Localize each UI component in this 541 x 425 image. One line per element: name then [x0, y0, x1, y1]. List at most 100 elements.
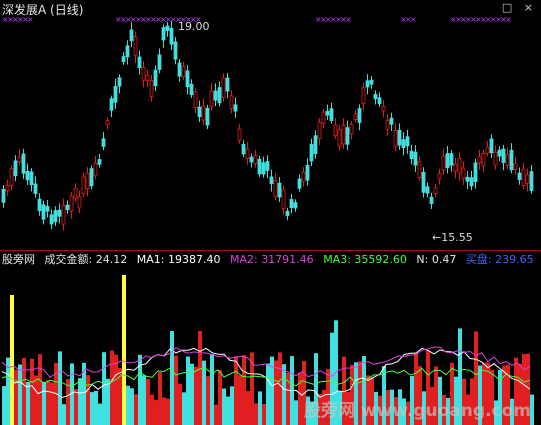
volume-bar: [282, 364, 286, 425]
price-candlestick-chart: ×××××× ××××××××××××××××× ××××××× ××× ×××××××…: [1, 15, 534, 244]
candle-body: [397, 129, 402, 146]
candle-body: [409, 150, 414, 159]
candle-body: [85, 172, 90, 190]
volume-bar: [238, 375, 242, 425]
candle-body: [181, 65, 186, 78]
candle-body: [401, 139, 406, 149]
volume-bar: [198, 331, 202, 425]
candle-body: [9, 168, 14, 186]
candle-body: [89, 168, 94, 187]
candle-body: [305, 164, 310, 181]
candle-body: [133, 36, 138, 56]
volume-bar: [150, 394, 154, 425]
candle-body: [253, 155, 258, 164]
volume-bar: [254, 403, 258, 425]
candle-body: [137, 56, 142, 69]
candle-body: [313, 135, 318, 155]
candle-body: [205, 107, 210, 126]
volume-bar: [98, 403, 102, 425]
candle-body: [449, 153, 454, 166]
volume-bar: [22, 357, 26, 425]
volume-bar: [246, 391, 250, 425]
volume-bar: [178, 383, 182, 425]
volume-bar: [262, 404, 266, 425]
candle-body: [461, 167, 466, 179]
candle-body: [157, 54, 162, 70]
candle-body: [381, 106, 386, 112]
candle-body: [101, 138, 106, 147]
candle-body: [21, 153, 26, 174]
candle-body: [17, 156, 22, 163]
candle-body: [41, 204, 46, 220]
candle-body: [161, 27, 166, 41]
volume-bar: [110, 350, 114, 425]
volume-bar: [74, 389, 78, 425]
volume-bar: [10, 295, 14, 425]
candle-body: [469, 177, 474, 187]
volume-bar: [86, 375, 90, 425]
volume-bar: [194, 366, 198, 425]
candle-body: [349, 124, 354, 135]
candle-body: [245, 148, 250, 159]
candle-body: [237, 128, 242, 141]
volume-bar: [146, 378, 150, 425]
candle-body: [485, 146, 490, 154]
candle-body: [521, 168, 526, 186]
candle-body: [489, 138, 494, 154]
candle-body: [317, 121, 322, 140]
candle-body: [325, 110, 330, 116]
candle-body: [501, 148, 506, 163]
candle-body: [97, 159, 102, 165]
signal-marker: ×: [505, 15, 512, 24]
volume-bar: [294, 400, 298, 425]
candle-body: [333, 124, 338, 137]
candle-body: [105, 120, 110, 126]
volume-bar: [134, 394, 138, 425]
candle-body: [145, 75, 150, 82]
candle-body: [345, 127, 350, 145]
low-price-label: ←15.55: [432, 231, 473, 244]
volume-bar: [274, 360, 278, 425]
candle-body: [517, 172, 522, 181]
candle-body: [405, 136, 410, 147]
candle-body: [229, 95, 234, 109]
candle-body: [509, 149, 514, 171]
volume-bar: [186, 356, 190, 425]
candle-body: [285, 210, 290, 216]
candle-body: [241, 144, 246, 155]
volume-bar: [182, 392, 186, 425]
candle-body: [153, 69, 158, 87]
candle-body: [265, 161, 270, 171]
candle-body: [57, 209, 62, 217]
candle-body: [445, 153, 450, 169]
candle-body: [437, 173, 442, 180]
candle-body: [33, 183, 38, 194]
candle-body: [457, 158, 462, 174]
signal-marker: ×: [410, 15, 417, 24]
candle-body: [185, 70, 190, 88]
volume-bar: [58, 351, 62, 425]
candle-body: [65, 204, 70, 210]
candle-body: [497, 149, 502, 157]
candle-body: [61, 204, 66, 225]
high-price-label: 19.00: [178, 20, 210, 33]
candle-body: [277, 182, 282, 198]
candle-body: [77, 196, 82, 209]
volume-bar: [26, 381, 30, 425]
candle-body: [113, 86, 118, 103]
candle-body: [529, 171, 534, 191]
candle-body: [5, 185, 10, 192]
candle-body: [433, 187, 438, 194]
candle-body: [45, 206, 50, 212]
candle-body: [149, 80, 154, 97]
candle-body: [193, 91, 198, 109]
volume-bar: [230, 386, 234, 425]
candle-body: [361, 87, 366, 104]
volume-bar: [62, 404, 66, 425]
candle-body: [477, 156, 482, 164]
candle-body: [221, 77, 226, 98]
candle-body: [385, 119, 390, 130]
volume-bar: [234, 356, 238, 425]
candle-body: [425, 186, 430, 194]
volume-bar: [2, 386, 6, 425]
